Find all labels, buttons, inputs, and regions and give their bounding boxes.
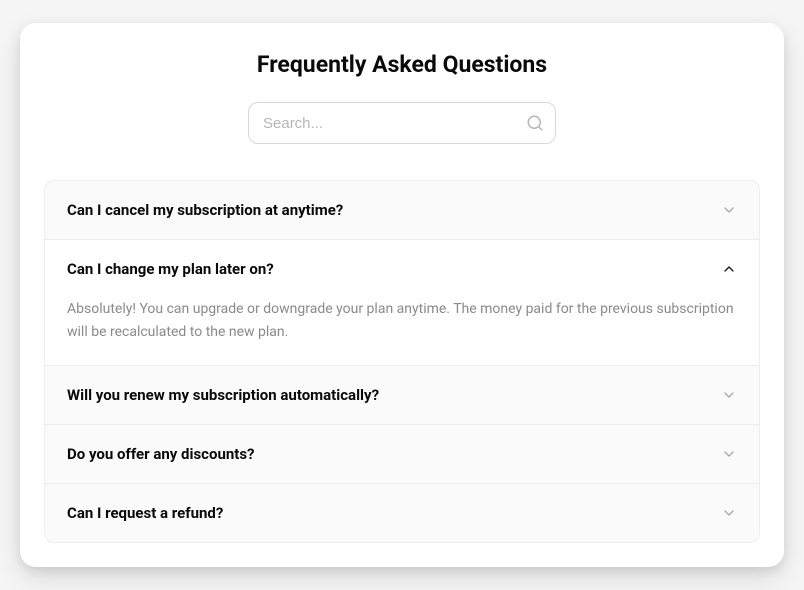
faq-card: Frequently Asked Questions Can I cancel … — [20, 23, 784, 567]
chevron-down-icon — [721, 446, 737, 462]
search-container — [44, 102, 760, 144]
search-icon — [526, 114, 544, 132]
faq-item: Can I request a refund? — [45, 484, 759, 542]
faq-item: Will you renew my subscription automatic… — [45, 366, 759, 425]
faq-question: Can I cancel my subscription at anytime? — [67, 201, 343, 219]
faq-toggle[interactable]: Will you renew my subscription automatic… — [45, 366, 759, 424]
search-input[interactable] — [248, 102, 556, 144]
faq-toggle[interactable]: Can I cancel my subscription at anytime? — [45, 181, 759, 239]
faq-question: Do you offer any discounts? — [67, 445, 255, 463]
faq-item: Can I cancel my subscription at anytime? — [45, 181, 759, 240]
search-box — [248, 102, 556, 144]
chevron-down-icon — [721, 505, 737, 521]
chevron-down-icon — [721, 202, 737, 218]
faq-question: Can I change my plan later on? — [67, 260, 274, 278]
faq-item: Do you offer any discounts? — [45, 425, 759, 484]
faq-toggle[interactable]: Do you offer any discounts? — [45, 425, 759, 483]
faq-toggle[interactable]: Can I request a refund? — [45, 484, 759, 542]
faq-list: Can I cancel my subscription at anytime?… — [44, 180, 760, 543]
page-title: Frequently Asked Questions — [44, 51, 760, 78]
faq-question: Can I request a refund? — [67, 504, 223, 522]
chevron-up-icon — [721, 261, 737, 277]
faq-answer: Absolutely! You can upgrade or downgrade… — [45, 298, 759, 365]
faq-toggle[interactable]: Can I change my plan later on? — [45, 240, 759, 298]
faq-question: Will you renew my subscription automatic… — [67, 386, 379, 404]
faq-item: Can I change my plan later on? Absolutel… — [45, 240, 759, 366]
chevron-down-icon — [721, 387, 737, 403]
